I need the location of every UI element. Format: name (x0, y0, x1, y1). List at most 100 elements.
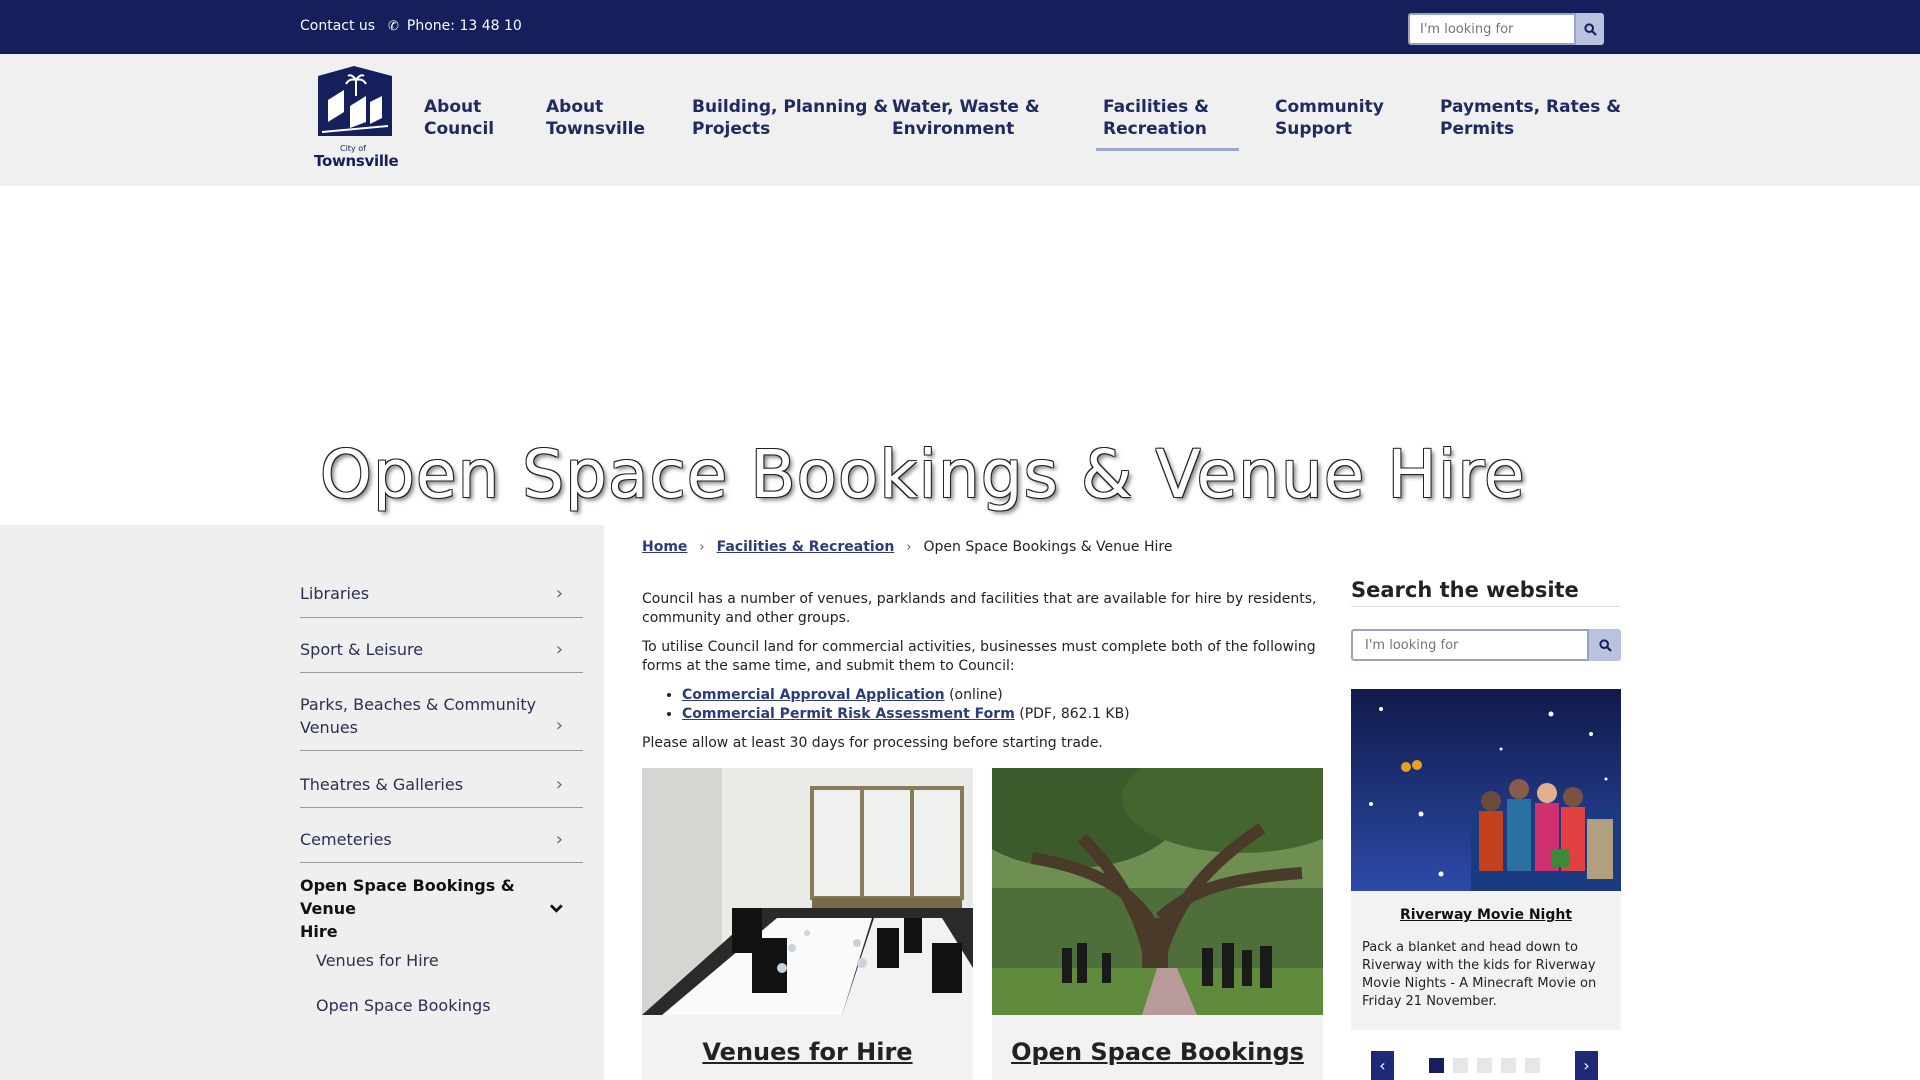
park-event-image (992, 768, 1323, 1015)
chevron-right-icon: › (555, 773, 563, 795)
nav-label-line1: Community (1275, 97, 1384, 117)
carousel-prev-button[interactable]: ‹ (1371, 1051, 1394, 1080)
sidenav-item-libraries[interactable]: Libraries › (300, 570, 583, 618)
carousel-dot[interactable] (1501, 1058, 1516, 1073)
main-header: City of Townsville About Council About T… (0, 54, 1920, 186)
carousel-next-button[interactable]: › (1575, 1051, 1598, 1080)
breadcrumb-current: Open Space Bookings & Venue Hire (923, 539, 1173, 555)
nav-building-planning[interactable]: Building, Planning & Projects (692, 96, 888, 140)
nav-label-line1: Water, Waste & (892, 97, 1040, 117)
nav-about-council[interactable]: About Council (424, 96, 494, 140)
chevron-right-icon: › (555, 714, 563, 736)
sidebar-search-input[interactable] (1351, 629, 1589, 661)
sidenav-item-sport-leisure[interactable]: Sport & Leisure › (300, 627, 583, 673)
promo-title-link[interactable]: Riverway Movie Night (1351, 907, 1621, 923)
venue-dining-image (642, 768, 973, 1015)
promo-description: Pack a blanket and head down to Riverway… (1362, 940, 1597, 1009)
nav-label-line2: Permits (1440, 119, 1515, 139)
nav-facilities-recreation[interactable]: Facilities & Recreation (1096, 96, 1239, 151)
chevron-left-icon: ‹ (1379, 1056, 1386, 1075)
open-space-bookings-link[interactable]: Open Space Bookings (992, 1038, 1323, 1066)
header-search-button[interactable] (1576, 13, 1604, 45)
nav-label-line2: Projects (692, 119, 771, 139)
list-item: Commercial Permit Risk Assessment Form (… (682, 705, 1322, 724)
chevron-right-icon: › (555, 639, 563, 660)
sidenav-item-label: Cemeteries (300, 829, 392, 849)
venues-for-hire-link[interactable]: Venues for Hire (642, 1038, 973, 1066)
carousel-dot[interactable] (1429, 1058, 1444, 1073)
commercial-paragraph: To utilise Council land for commercial a… (642, 639, 1316, 674)
nav-label-line2: Townsville (546, 119, 646, 139)
nav-label-line1: Building, Planning & (692, 97, 889, 117)
utility-bar: Contact us ✆ Phone: 13 48 10 (0, 0, 1920, 54)
nav-about-townsville[interactable]: About Townsville (546, 96, 645, 140)
intro-paragraph: Council has a number of venues, parkland… (642, 591, 1317, 626)
nav-label-line2: Recreation (1103, 119, 1207, 139)
chevron-right-icon: › (699, 539, 705, 555)
list-item: Commercial Approval Application (online) (682, 686, 1322, 705)
sidenav-sub-open-space-bookings[interactable]: Open Space Bookings (316, 996, 491, 1015)
main-content: Council has a number of venues, parkland… (642, 590, 1322, 763)
link-suffix: (PDF, 862.1 KB) (1014, 706, 1130, 722)
nav-label-line1: About (424, 97, 482, 117)
chevron-right-icon: › (555, 583, 563, 604)
nav-label-line2: Support (1275, 119, 1352, 139)
sidenav-sub-venues-for-hire[interactable]: Venues for Hire (316, 951, 439, 970)
phone-link[interactable]: ✆ Phone: 13 48 10 (388, 18, 522, 34)
header-search (1408, 13, 1604, 45)
link-suffix: (online) (944, 687, 1003, 703)
sidenav-item-open-space-bookings[interactable]: Open Space Bookings & Venue Hire (300, 874, 583, 941)
chevron-right-icon: › (1583, 1056, 1590, 1075)
nav-label-line2: Council (424, 119, 495, 139)
phone-label: Phone: 13 48 10 (406, 18, 522, 34)
sidenav-item-parks-beaches[interactable]: Parks, Beaches & Community Venues › (300, 682, 583, 751)
logo-townsville: Townsville (314, 152, 399, 170)
commercial-approval-link[interactable]: Commercial Approval Application (682, 687, 945, 703)
nav-label-line1: Facilities & (1103, 97, 1209, 117)
search-icon (1583, 22, 1597, 36)
breadcrumb: Home › Facilities & Recreation › Open Sp… (642, 539, 1172, 555)
contact-us-link[interactable]: Contact us (300, 18, 375, 34)
sidenav-label-line1: Open Space Bookings & Venue (300, 876, 515, 918)
sidenav-item-cemeteries[interactable]: Cemeteries › (300, 816, 583, 863)
nav-community-support[interactable]: Community Support (1275, 96, 1384, 140)
sidenav-label-line2: Venues (300, 718, 359, 737)
townsville-logo[interactable]: City of Townsville (314, 66, 399, 170)
movie-night-image (1351, 689, 1621, 891)
nav-label-line1: Payments, Rates & (1440, 97, 1622, 117)
nav-label-line2: Environment (892, 119, 1015, 139)
chevron-right-icon: › (555, 828, 563, 850)
form-links-list: Commercial Approval Application (online)… (682, 686, 1322, 724)
sidenav-item-label: Parks, Beaches & Community Venues (300, 693, 536, 739)
chevron-right-icon: › (906, 539, 912, 555)
sidenav-item-label: Theatres & Galleries (300, 774, 464, 794)
open-space-bookings-card[interactable]: Open Space Bookings (992, 768, 1323, 1080)
venues-for-hire-card[interactable]: Venues for Hire (642, 768, 973, 1080)
header-search-input[interactable] (1408, 13, 1576, 45)
search-icon (1598, 638, 1612, 652)
carousel-controls: ‹ › (1371, 1051, 1601, 1080)
carousel-dot[interactable] (1477, 1058, 1492, 1073)
sidebar-search-button[interactable] (1589, 629, 1621, 661)
nav-payments-rates[interactable]: Payments, Rates & Permits (1440, 96, 1621, 140)
chevron-down-icon (550, 904, 563, 913)
processing-note: Please allow at least 30 days for proces… (642, 735, 1103, 751)
nav-water-waste[interactable]: Water, Waste & Environment (892, 96, 1040, 140)
nav-label-line1: About (546, 97, 604, 117)
sidenav-item-label: Open Space Bookings & Venue Hire (300, 874, 550, 943)
breadcrumb-home[interactable]: Home (642, 539, 687, 555)
carousel-dot[interactable] (1453, 1058, 1468, 1073)
page-title: Open Space Bookings & Venue Hire (320, 436, 1526, 513)
breadcrumb-facilities[interactable]: Facilities & Recreation (717, 539, 895, 555)
promo-card[interactable]: Riverway Movie Night Pack a blanket and … (1351, 689, 1621, 1030)
sidenav-item-theatres-galleries[interactable]: Theatres & Galleries › (300, 761, 583, 808)
logo-mark-icon (318, 66, 392, 136)
sidenav-item-label: Libraries (300, 584, 370, 603)
carousel-dot[interactable] (1525, 1058, 1540, 1073)
sidenav-label-line2: Hire (300, 922, 338, 941)
sidebar-search (1351, 629, 1621, 661)
search-heading: Search the website (1351, 578, 1621, 607)
sidenav-item-label: Sport & Leisure (300, 640, 424, 659)
risk-assessment-link[interactable]: Commercial Permit Risk Assessment Form (682, 706, 1015, 722)
phone-icon: ✆ (388, 18, 399, 34)
